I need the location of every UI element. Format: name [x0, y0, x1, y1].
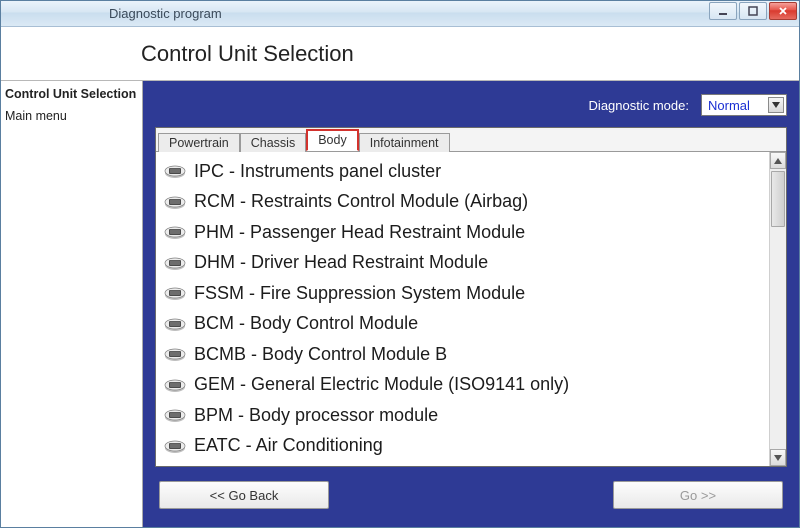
body: Control Unit Selection Main menu Diagnos… [1, 81, 799, 527]
tab-powertrain[interactable]: Powertrain [158, 133, 240, 152]
chevron-down-icon [774, 455, 782, 461]
diagnostic-mode-label: Diagnostic mode: [589, 98, 689, 113]
tab-body[interactable]: Body [306, 129, 359, 151]
titlebar: Diagnostic program [1, 1, 799, 27]
chip-icon [164, 316, 186, 332]
module-label: BPM - Body processor module [194, 405, 438, 426]
tab-chassis[interactable]: Chassis [240, 133, 306, 152]
chip-icon [164, 163, 186, 179]
module-label: FSSM - Fire Suppression System Module [194, 283, 525, 304]
module-label: PHM - Passenger Head Restraint Module [194, 222, 525, 243]
sidebar: Control Unit Selection Main menu [1, 81, 143, 527]
module-list: IPC - Instruments panel cluster RCM - Re… [156, 152, 769, 466]
module-row[interactable]: DHM - Driver Head Restraint Module [158, 248, 767, 279]
go-forward-button[interactable]: Go >> [613, 481, 783, 509]
scroll-track[interactable] [770, 169, 786, 449]
module-label: GEM - General Electric Module (ISO9141 o… [194, 374, 569, 395]
module-row[interactable]: PHM - Passenger Head Restraint Module [158, 217, 767, 248]
module-label: DHM - Driver Head Restraint Module [194, 252, 488, 273]
module-row[interactable]: BCM - Body Control Module [158, 309, 767, 340]
maximize-button[interactable] [739, 2, 767, 20]
go-back-button[interactable]: << Go Back [159, 481, 329, 509]
chip-icon [164, 346, 186, 362]
module-row[interactable]: EATC - Air Conditioning [158, 431, 767, 462]
module-label: BCM - Body Control Module [194, 313, 418, 334]
tab-infotainment[interactable]: Infotainment [359, 133, 450, 152]
diagnostic-mode-value: Normal [708, 98, 750, 113]
sidebar-item-control-unit-selection[interactable]: Control Unit Selection [5, 87, 138, 103]
footer: << Go Back Go >> [155, 475, 787, 515]
chip-icon [164, 438, 186, 454]
chevron-up-icon [774, 158, 782, 164]
tab-strip: PowertrainChassisBodyInfotainment [156, 128, 786, 152]
chip-icon [164, 407, 186, 423]
module-list-wrap: IPC - Instruments panel cluster RCM - Re… [156, 152, 786, 466]
chip-icon [164, 224, 186, 240]
chip-icon [164, 194, 186, 210]
app-window: Diagnostic program Control Unit Selectio… [0, 0, 800, 528]
window-title: Diagnostic program [109, 6, 222, 21]
maximize-icon [748, 6, 758, 16]
minimize-icon [718, 6, 728, 16]
scroll-thumb[interactable] [771, 171, 785, 227]
page-title: Control Unit Selection [141, 41, 354, 67]
scroll-down-button[interactable] [770, 449, 786, 466]
scrollbar [769, 152, 786, 466]
diagnostic-mode-select[interactable]: Normal [701, 94, 787, 116]
chip-icon [164, 255, 186, 271]
main-panel: Diagnostic mode: Normal PowertrainChassi… [143, 81, 799, 527]
module-label: EATC - Air Conditioning [194, 435, 383, 456]
selection-panel: PowertrainChassisBodyInfotainment IPC - … [155, 127, 787, 467]
sidebar-item-main-menu[interactable]: Main menu [5, 109, 138, 125]
module-row[interactable]: FSSM - Fire Suppression System Module [158, 278, 767, 309]
chip-icon [164, 377, 186, 393]
close-button[interactable] [769, 2, 797, 20]
scroll-up-button[interactable] [770, 152, 786, 169]
mode-row: Diagnostic mode: Normal [155, 91, 787, 119]
module-row[interactable]: IPC - Instruments panel cluster [158, 156, 767, 187]
module-label: IPC - Instruments panel cluster [194, 161, 441, 182]
page-header: Control Unit Selection [1, 27, 799, 81]
window-controls [709, 2, 797, 20]
close-icon [778, 6, 788, 16]
chip-icon [164, 285, 186, 301]
module-label: RCM - Restraints Control Module (Airbag) [194, 191, 528, 212]
chevron-down-icon [768, 97, 784, 113]
module-row[interactable]: GEM - General Electric Module (ISO9141 o… [158, 370, 767, 401]
module-row[interactable]: BCMB - Body Control Module B [158, 339, 767, 370]
minimize-button[interactable] [709, 2, 737, 20]
module-row[interactable]: RCM - Restraints Control Module (Airbag) [158, 187, 767, 218]
module-row[interactable]: BPM - Body processor module [158, 400, 767, 431]
module-label: BCMB - Body Control Module B [194, 344, 447, 365]
